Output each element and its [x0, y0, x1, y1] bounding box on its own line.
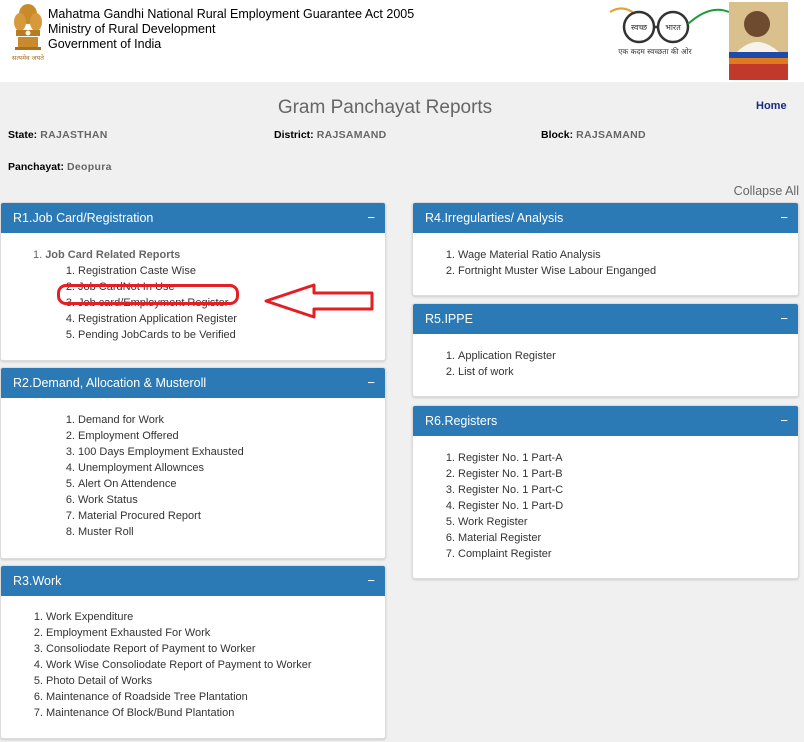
panel-r3-title: R3.Work — [13, 574, 62, 588]
panel-r1-title: R1.Job Card/Registration — [13, 211, 154, 225]
ippe-report-list: 1. Application Register 2. List of work — [443, 348, 798, 380]
swachh-tagline: एक कदम स्वच्छता की ओर — [618, 47, 692, 56]
collapse-icon[interactable]: − — [780, 203, 788, 233]
panel-r4-header[interactable]: R4.Irregularties/ Analysis − — [413, 203, 798, 233]
panel-r4-title: R4.Irregularties/ Analysis — [425, 211, 564, 225]
list-item[interactable]: 4. Register No. 1 Part-D — [443, 498, 798, 514]
list-item[interactable]: 1. Register No. 1 Part-A — [443, 450, 798, 466]
panel-r3-header[interactable]: R3.Work − — [1, 566, 385, 596]
emblem-caption: सत्यमेव जयते — [12, 54, 44, 62]
district-info: District: RAJSAMAND — [274, 129, 386, 141]
list-item[interactable]: 1. Wage Material Ratio Analysis — [443, 247, 798, 263]
swachh-word: स्वच्छ — [631, 23, 648, 32]
collapse-icon[interactable]: − — [780, 406, 788, 436]
state-value: RAJASTHAN — [40, 129, 108, 141]
list-item[interactable]: 6. Work Status — [63, 492, 385, 508]
state-label: State: — [8, 129, 38, 141]
list-item[interactable]: 3. Register No. 1 Part-C — [443, 482, 798, 498]
panel-r6-title: R6.Registers — [425, 414, 498, 428]
collapse-all-link[interactable]: Collapse All — [734, 184, 799, 198]
list-item[interactable]: 2. Register No. 1 Part-B — [443, 466, 798, 482]
panel-r4-irregularities: R4.Irregularties/ Analysis − 1. Wage Mate… — [412, 202, 799, 296]
panel-r3-work: R3.Work − 1. Work Expenditure 2. Employmen… — [0, 565, 386, 739]
org-line-1: Mahatma Gandhi National Rural Employment… — [48, 7, 415, 21]
panel-r1-header[interactable]: R1.Job Card/Registration − — [1, 203, 385, 233]
list-item[interactable]: 1. Demand for Work — [63, 412, 385, 428]
national-emblem-icon: सत्यमेव जयते — [12, 4, 44, 62]
panel-r5-title: R5.IPPE — [425, 312, 473, 326]
block-label: Block: — [541, 129, 574, 141]
demand-report-list: 1. Demand for Work 2. Employment Offered 3… — [63, 412, 385, 540]
gandhi-portrait-logo — [729, 2, 788, 80]
home-link[interactable]: Home — [756, 100, 787, 112]
panel-r1-job-card: R1.Job Card/Registration − 1. Job Card Re… — [0, 202, 386, 361]
list-item[interactable]: 1. Registration Caste Wise — [63, 263, 385, 279]
block-value: RAJSAMAND — [576, 129, 646, 141]
page-title: Gram Panchayat Reports — [277, 97, 493, 118]
list-item[interactable]: 2. Fortnight Muster Wise Labour Enganged — [443, 263, 798, 279]
work-report-list: 1. Work Expenditure 2. Employment Exhauste… — [31, 609, 385, 721]
swachh-bharat-logo: स्वच्छ भारत एक कदम स्वच्छता की ओर — [609, 7, 730, 56]
block-info: Block: RAJSAMAND — [541, 129, 646, 141]
list-item[interactable]: 5. Photo Detail of Works — [31, 673, 385, 689]
list-item[interactable]: 1. Application Register — [443, 348, 798, 364]
panel-r4-body: 1. Wage Material Ratio Analysis 2. Fortnig… — [413, 233, 798, 279]
collapse-icon[interactable]: − — [367, 203, 375, 233]
panel-r6-registers: R6.Registers − 1. Register No. 1 Part-A 2… — [412, 405, 799, 579]
panchayat-label: Panchayat: — [8, 161, 65, 173]
district-label: District: — [274, 129, 314, 141]
list-item[interactable]: 8. Muster Roll — [63, 524, 385, 540]
collapse-icon[interactable]: − — [367, 566, 375, 596]
list-item[interactable]: 1. Work Expenditure — [31, 609, 385, 625]
list-item[interactable]: 4. Work Wise Consoliodate Report of Payme… — [31, 657, 385, 673]
list-item[interactable]: 3. 100 Days Employment Exhausted — [63, 444, 385, 460]
pointer-arrow-icon — [264, 283, 374, 319]
org-line-2: Ministry of Rural Development — [48, 22, 216, 36]
bharat-word: भारत — [665, 23, 681, 32]
job-card-group-heading: 1. Job Card Related Reports — [33, 249, 181, 261]
panel-r6-body: 1. Register No. 1 Part-A 2. Register No. 1… — [413, 436, 798, 562]
list-item[interactable]: 4. Unemployment Allownces — [63, 460, 385, 476]
panchayat-value: Deopura — [67, 161, 112, 173]
irregularities-report-list: 1. Wage Material Ratio Analysis 2. Fortnig… — [443, 247, 798, 279]
list-item[interactable]: 2. List of work — [443, 364, 798, 380]
panel-r2-header[interactable]: R2.Demand, Allocation & Musteroll − — [1, 368, 385, 398]
list-item[interactable]: 7. Maintenance Of Block/Bund Plantation — [31, 705, 385, 721]
panel-r5-body: 1. Application Register 2. List of work — [413, 334, 798, 380]
panchayat-info: Panchayat: Deopura — [8, 161, 112, 173]
list-item[interactable]: 7. Complaint Register — [443, 546, 798, 562]
panel-r5-header[interactable]: R5.IPPE − — [413, 304, 798, 334]
highlight-outline — [57, 284, 239, 305]
list-item[interactable]: 3. Consoliodate Report of Payment to Work… — [31, 641, 385, 657]
state-info: State: RAJASTHAN — [8, 129, 108, 141]
collapse-icon[interactable]: − — [367, 368, 375, 398]
list-item[interactable]: 5. Pending JobCards to be Verified — [63, 327, 385, 343]
list-item[interactable]: 7. Material Procured Report — [63, 508, 385, 524]
list-item[interactable]: 6. Material Register — [443, 530, 798, 546]
site-header: सत्यमेव जयते Mahatma Gandhi National Rur… — [0, 0, 804, 82]
panel-r2-title: R2.Demand, Allocation & Musteroll — [13, 376, 207, 390]
list-item[interactable]: 5. Alert On Attendence — [63, 476, 385, 492]
panel-r5-ippe: R5.IPPE − 1. Application Register 2. List … — [412, 303, 799, 397]
list-item[interactable]: 6. Maintenance of Roadside Tree Plantatio… — [31, 689, 385, 705]
district-value: RAJSAMAND — [316, 129, 387, 141]
list-item[interactable]: 2. Employment Exhausted For Work — [31, 625, 385, 641]
panel-r2-demand: R2.Demand, Allocation & Musteroll − 1. De… — [0, 367, 386, 559]
registers-report-list: 1. Register No. 1 Part-A 2. Register No. 1… — [443, 450, 798, 562]
org-line-3: Government of India — [48, 37, 162, 51]
collapse-icon[interactable]: − — [780, 304, 788, 334]
panel-r2-body: 1. Demand for Work 2. Employment Offered 3… — [1, 398, 385, 540]
panel-r6-header[interactable]: R6.Registers − — [413, 406, 798, 436]
list-item[interactable]: 2. Employment Offered — [63, 428, 385, 444]
organization-name: Mahatma Gandhi National Rural Employment… — [48, 7, 414, 52]
panel-r3-body: 1. Work Expenditure 2. Employment Exhauste… — [1, 596, 385, 721]
list-item[interactable]: 5. Work Register — [443, 514, 798, 530]
